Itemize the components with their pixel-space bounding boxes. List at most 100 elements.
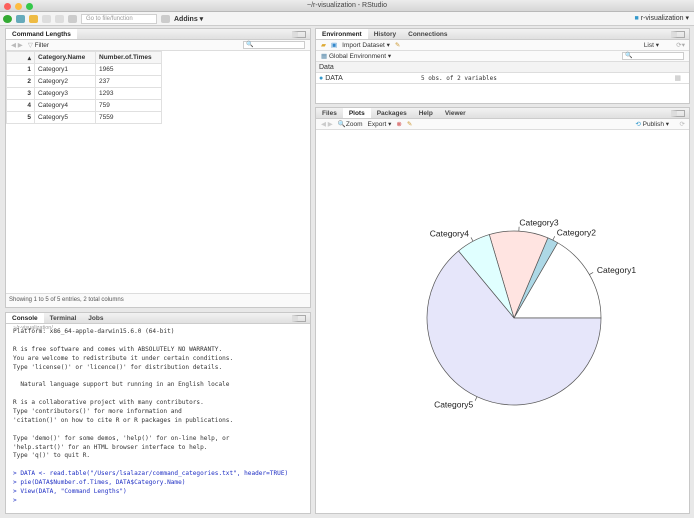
pie-label-tick — [474, 396, 478, 401]
table-row: 5 Category5 7559 — [6, 111, 162, 124]
zoom-icon: 🔍 — [337, 121, 346, 128]
console-command: > View(DATA, "Command Lengths") — [13, 488, 127, 496]
pie-label-tick — [470, 237, 474, 242]
table-row: 4 Category4 759 — [6, 99, 162, 112]
addins-menu[interactable]: Addins ▾ — [174, 15, 203, 23]
console-command: > — [13, 496, 21, 504]
table-status: Showing 1 to 5 of 5 entries, 2 total col… — [6, 293, 310, 307]
prev-next-plot-icon[interactable]: ◀ ▶ — [321, 120, 333, 128]
pane-window-controls[interactable] — [671, 31, 685, 38]
load-workspace-icon[interactable]: ▰ — [321, 41, 326, 49]
pie-label: Category3 — [519, 217, 558, 227]
tab-files[interactable]: Files — [316, 108, 343, 118]
column-header[interactable]: Number.of.Times — [95, 51, 162, 64]
pie-label: Category5 — [434, 400, 473, 410]
console-command: > pie(DATA$Number.of.Times, DATA$Categor… — [13, 479, 186, 487]
tab-history[interactable]: History — [368, 29, 402, 39]
minimize-window-button[interactable] — [15, 3, 22, 10]
import-dataset-button[interactable]: Import Dataset ▾ — [342, 41, 390, 49]
refresh-icon[interactable]: ⟳ — [680, 120, 685, 128]
publish-icon: ⟲ — [635, 121, 643, 128]
pane-window-controls[interactable] — [671, 110, 685, 117]
console-line: Type 'license()' or 'licence()' for dist… — [13, 363, 223, 371]
data-table: ▴ Category.Name Number.of.Times 1 Category1… — [6, 51, 162, 124]
console-line: You are welcome to redistribute it under… — [13, 354, 234, 362]
tab-environment[interactable]: Environment — [316, 29, 368, 39]
console-line: Platform: x86_64-apple-darwin15.6.0 (64-… — [13, 328, 175, 335]
console-line: Type 'contributors()' for more informati… — [13, 408, 182, 416]
environment-search-input[interactable]: 🔍 — [622, 52, 684, 60]
environment-row[interactable]: ● DATA 5 obs. of 2 variables ▦ — [316, 73, 689, 84]
table-search-input[interactable]: 🔍 — [243, 41, 305, 49]
tab-command-lengths[interactable]: Command Lengths — [6, 29, 77, 39]
plots-pane: Files Plots Packages Help Viewer ◀ ▶ 🔍Zoom Exp… — [315, 107, 690, 514]
scope-menu[interactable]: ▦ Global Environment ▾ — [321, 52, 391, 60]
tab-help[interactable]: Help — [413, 108, 439, 118]
close-window-button[interactable] — [4, 3, 11, 10]
refresh-icon[interactable]: ⟳▾ — [676, 41, 685, 49]
pie-chart: Category1 Category2Category3 Category4 Cate… — [426, 217, 636, 410]
save-workspace-icon[interactable]: ▣ — [331, 41, 337, 49]
console-line: Type 'q()' to quit R. — [13, 452, 91, 460]
export-button[interactable]: Export ▾ — [368, 120, 392, 128]
pie-label-tick — [552, 236, 556, 241]
pie-label: Category4 — [430, 229, 469, 239]
console-pane: Console Terminal Jobs ~/r-visualization/ P… — [5, 312, 311, 514]
save-icon[interactable] — [42, 14, 51, 23]
source-pane: Command Lengths ◀ ▶ ▽ Filter 🔍 ▴ Category.N… — [5, 28, 311, 308]
table-row: 3 Category3 1293 — [6, 87, 162, 100]
console-line: R is free software and comes with ABSOLU… — [13, 345, 223, 353]
tab-connections[interactable]: Connections — [402, 29, 453, 39]
tab-terminal[interactable]: Terminal — [44, 313, 83, 323]
section-header: Data — [316, 62, 689, 73]
window-title: ~/r-visualization - RStudio — [307, 2, 387, 9]
console-output[interactable]: Platform: x86_64-apple-darwin15.6.0 (64-… — [6, 328, 310, 506]
environment-pane: Environment History Connections ▰ ▣ Import D… — [315, 28, 690, 104]
filter-button[interactable]: ▽ Filter — [28, 41, 49, 49]
pane-window-controls[interactable] — [292, 315, 306, 322]
console-command: > DATA <- read.table("/Users/lsalazar/co… — [13, 470, 289, 478]
pie-label-tick — [589, 272, 594, 275]
list-view-menu[interactable]: List ▾ — [644, 41, 659, 49]
clear-plots-icon[interactable]: ✎ — [407, 120, 412, 128]
new-project-icon[interactable] — [16, 14, 25, 23]
pie-label: Category1 — [597, 265, 636, 275]
filter-icon: ▽ — [27, 42, 35, 49]
console-line: 'citation()' on how to cite R or R packa… — [13, 416, 234, 424]
tab-plots[interactable]: Plots — [342, 108, 371, 118]
back-icon[interactable]: ◀ ▶ — [11, 41, 23, 49]
remove-plot-icon[interactable]: ⊗ — [396, 120, 401, 128]
table-row: 1 Category1 1965 — [6, 63, 162, 76]
console-line: Natural language support but running in … — [13, 381, 230, 389]
tab-console[interactable]: Console — [6, 313, 44, 323]
pie-label: Category2 — [557, 227, 596, 237]
view-data-icon[interactable]: ▦ — [674, 73, 681, 84]
publish-button[interactable]: ⟲ Publish ▾ — [635, 120, 669, 128]
zoom-button[interactable]: 🔍Zoom — [338, 120, 363, 128]
console-line: 'help.start()' for an HTML browser inter… — [13, 443, 208, 451]
title-bar: ~/r-visualization - RStudio — [0, 0, 694, 12]
tab-jobs[interactable]: Jobs — [82, 313, 109, 323]
grid-layout-icon[interactable] — [161, 14, 170, 23]
goto-file-input[interactable]: Go to file/function — [81, 13, 157, 24]
open-file-icon[interactable] — [29, 14, 38, 23]
console-line: R is a collaborative project with many c… — [13, 399, 204, 407]
zoom-window-button[interactable] — [26, 3, 33, 10]
save-all-icon[interactable] — [55, 14, 64, 23]
print-icon[interactable] — [68, 14, 77, 23]
console-line: Type 'demo()' for some demos, 'help()' f… — [13, 434, 230, 442]
tab-packages[interactable]: Packages — [371, 108, 413, 118]
broom-icon[interactable]: ✎ — [395, 41, 400, 49]
environment-icon: ▦ — [321, 53, 329, 60]
main-toolbar: Go to file/function Addins ▾ — [0, 12, 694, 26]
column-header[interactable]: Category.Name — [34, 51, 96, 64]
pane-window-controls[interactable] — [292, 31, 306, 38]
sort-row-header[interactable]: ▴ — [6, 51, 35, 64]
new-file-icon[interactable] — [3, 14, 12, 23]
project-menu[interactable]: ■ r-visualization ▾ — [635, 14, 689, 22]
tab-viewer[interactable]: Viewer — [439, 108, 472, 118]
table-row: 2 Category2 237 — [6, 75, 162, 88]
